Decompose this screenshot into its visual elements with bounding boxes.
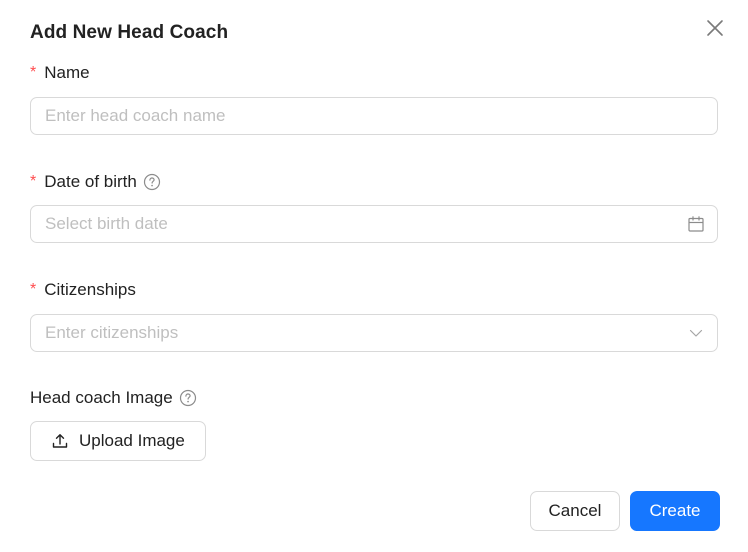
citizenships-label-row: * Citizenships bbox=[30, 280, 136, 300]
required-mark: * bbox=[30, 64, 37, 81]
name-label: Name bbox=[44, 63, 90, 82]
close-button[interactable] bbox=[704, 17, 726, 39]
dob-picker-input[interactable] bbox=[31, 206, 717, 242]
cancel-button[interactable]: Cancel bbox=[530, 491, 620, 531]
close-icon bbox=[707, 20, 723, 36]
modal-title: Add New Head Coach bbox=[30, 22, 229, 43]
question-circle-icon[interactable] bbox=[143, 173, 161, 191]
dob-label-row: * Date of birth bbox=[30, 172, 161, 192]
name-label-row: * Name bbox=[30, 63, 90, 83]
citizenships-select-wrapper bbox=[30, 314, 718, 352]
required-mark: * bbox=[30, 173, 37, 190]
name-input-wrapper bbox=[30, 97, 718, 135]
question-circle-icon[interactable] bbox=[179, 389, 197, 407]
citizenships-select-input[interactable] bbox=[31, 315, 717, 351]
upload-icon bbox=[51, 432, 69, 450]
dob-picker-wrapper bbox=[30, 205, 718, 243]
citizenships-label: Citizenships bbox=[44, 280, 136, 299]
upload-image-button[interactable]: Upload Image bbox=[30, 421, 206, 461]
add-head-coach-modal: Add New Head Coach * Name * Date of birt… bbox=[0, 0, 748, 552]
chevron-down-icon[interactable] bbox=[687, 324, 705, 342]
image-label-row: Head coach Image bbox=[30, 388, 197, 408]
upload-image-label: Upload Image bbox=[79, 431, 185, 450]
calendar-icon[interactable] bbox=[687, 215, 705, 233]
create-button[interactable]: Create bbox=[630, 491, 720, 531]
dob-label: Date of birth bbox=[44, 172, 137, 191]
name-input[interactable] bbox=[31, 98, 717, 134]
image-label: Head coach Image bbox=[30, 388, 173, 407]
required-mark: * bbox=[30, 281, 37, 298]
